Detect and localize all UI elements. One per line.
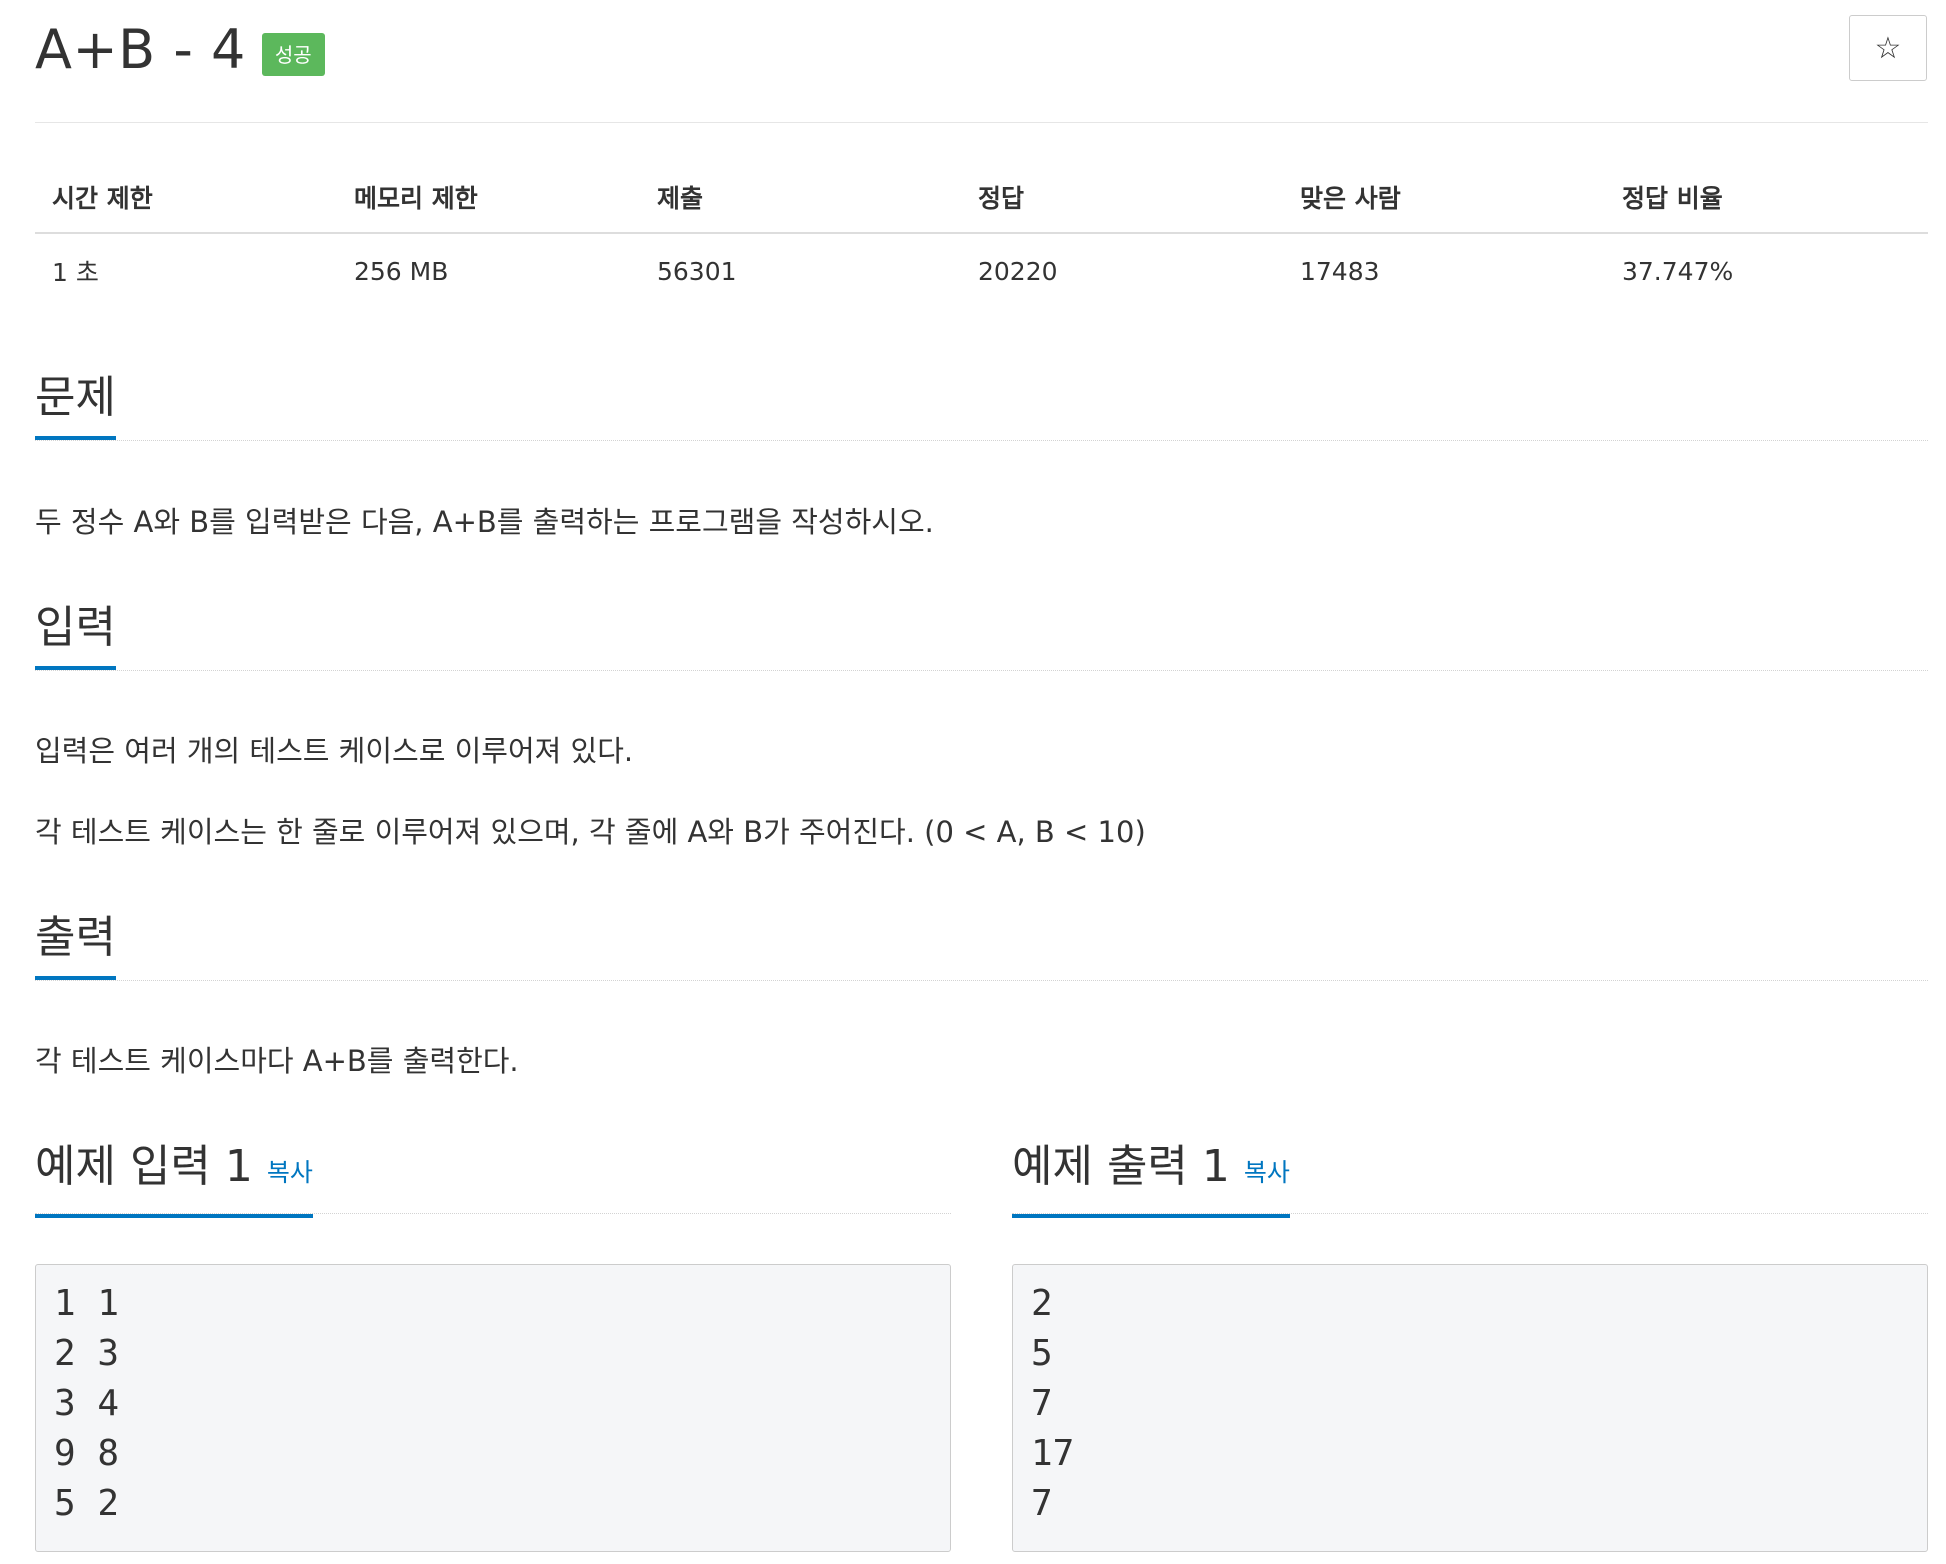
problem-section-heading: 문제 [35,370,1928,441]
sample-input-pre: 1 1 2 3 3 4 9 8 5 2 [35,1264,951,1552]
header-memory-limit: 메모리 제한 [354,184,478,213]
input-heading: 입력 [35,600,116,670]
header-accept-ratio: 정답 비율 [1622,184,1723,213]
sample-input-title: 예제 입력 1 [35,1141,253,1192]
value-submissions: 56301 [657,256,737,286]
output-description: 각 테스트 케이스마다 A+B를 출력한다. [35,1041,1928,1081]
problem-description: 두 정수 A와 B를 입력받은 다음, A+B를 출력하는 프로그램을 작성하시… [35,502,1928,542]
problem-title: A+B - 4 [35,18,246,81]
header-solved-users: 맞은 사람 [1300,184,1401,213]
problem-heading: 문제 [35,370,116,440]
value-accepted: 20220 [978,256,1058,286]
sample-output-line: 7 [1031,1483,1053,1524]
sample-output-line: 7 [1031,1383,1053,1424]
sample-output-line: 2 [1031,1283,1053,1324]
sample-input-line: 2 3 [54,1333,120,1374]
header-submissions: 제출 [657,184,704,213]
output-section-heading: 출력 [35,910,1928,981]
input-section-heading: 입력 [35,600,1928,671]
star-icon: ☆ [1874,30,1902,66]
sample-input-line: 1 1 [54,1283,120,1324]
sample-input-block: 예제 입력 1 복사 1 1 2 3 3 4 9 8 5 2 [35,1135,951,1552]
title-divider [35,122,1928,123]
sample-output-title: 예제 출력 1 [1012,1141,1230,1192]
sample-output-line: 17 [1031,1433,1075,1474]
problem-info-table: 시간 제한 메모리 제한 제출 정답 맞은 사람 정답 비율 1 초 256 M… [35,168,1928,308]
info-table-value-row: 1 초 256 MB 56301 20220 17483 37.747% [35,234,1928,308]
value-accept-ratio: 37.747% [1622,256,1734,286]
copy-sample-input-link[interactable]: 복사 [267,1158,313,1187]
sample-output-pre: 2 5 7 17 7 [1012,1264,1928,1552]
sample-output-heading: 예제 출력 1 복사 [1012,1135,1928,1218]
title-row: A+B - 4 성공 [35,14,325,86]
copy-sample-output-link[interactable]: 복사 [1244,1158,1290,1187]
sample-output-block: 예제 출력 1 복사 2 5 7 17 7 [1012,1135,1928,1552]
input-paragraph: 각 테스트 케이스는 한 줄로 이루어져 있으며, 각 줄에 A와 B가 주어진… [35,815,1146,849]
problem-page: A+B - 4 성공 ☆ 시간 제한 메모리 제한 제출 정답 맞은 사람 정답… [0,0,1946,1564]
header-time-limit: 시간 제한 [52,184,153,213]
output-paragraph: 각 테스트 케이스마다 A+B를 출력한다. [35,1044,519,1078]
sample-input-heading: 예제 입력 1 복사 [35,1135,951,1218]
input-paragraph: 입력은 여러 개의 테스트 케이스로 이루어져 있다. [35,734,634,768]
output-heading: 출력 [35,910,116,980]
status-badge: 성공 [261,33,325,76]
value-memory-limit: 256 MB [354,256,449,286]
value-time-limit: 1 초 [52,258,99,287]
sample-input-line: 5 2 [54,1483,120,1524]
header-accepted: 정답 [978,184,1025,213]
value-solved-users: 17483 [1300,256,1380,286]
input-description: 입력은 여러 개의 테스트 케이스로 이루어져 있다. 각 테스트 케이스는 한… [35,731,1928,852]
info-table-header-row: 시간 제한 메모리 제한 제출 정답 맞은 사람 정답 비율 [35,168,1928,234]
sample-input-line: 9 8 [54,1433,120,1474]
problem-paragraph: 두 정수 A와 B를 입력받은 다음, A+B를 출력하는 프로그램을 작성하시… [35,505,934,539]
favorite-star-button[interactable]: ☆ [1849,15,1927,81]
sample-input-line: 3 4 [54,1383,120,1424]
sample-input-title-wrap: 예제 입력 1 복사 [35,1139,313,1218]
sample-output-line: 5 [1031,1333,1053,1374]
sample-output-title-wrap: 예제 출력 1 복사 [1012,1139,1290,1218]
